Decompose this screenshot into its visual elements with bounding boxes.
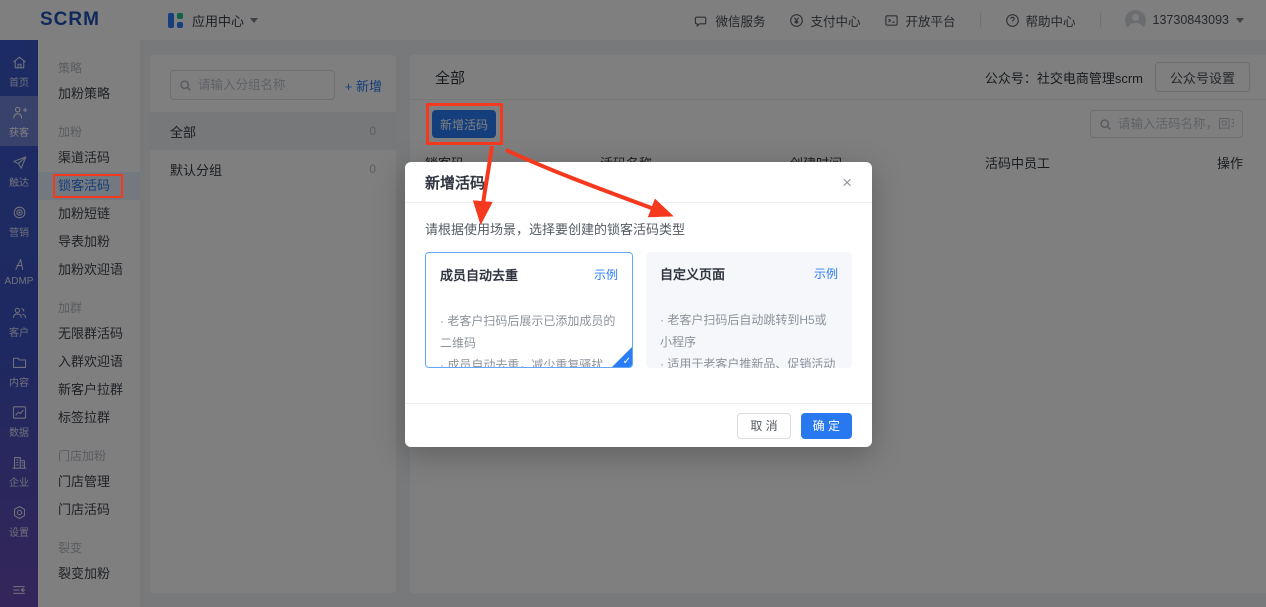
card-bullet: · 成员自动去重，减少重复骚扰 xyxy=(440,354,618,368)
cancel-button[interactable]: 取 消 xyxy=(737,413,790,439)
annotation-box-sidebar xyxy=(53,174,123,198)
example-link[interactable]: 示例 xyxy=(814,265,838,282)
card-title: 自定义页面 xyxy=(660,264,725,283)
modal-title: 新增活码 xyxy=(425,172,485,193)
card-bullet: · 老客户扫码后展示已添加成员的二维码 xyxy=(440,310,618,354)
modal-description: 请根据使用场景，选择要创建的锁客活码类型 xyxy=(425,219,852,238)
check-icon: ✓ xyxy=(623,356,631,367)
card-custom-page[interactable]: 自定义页面 示例 · 老客户扫码后自动跳转到H5或小程序 · 适用于老客户推新品… xyxy=(646,252,852,368)
card-title: 成员自动去重 xyxy=(440,265,518,284)
annotation-box-add-button xyxy=(426,103,503,145)
example-link[interactable]: 示例 xyxy=(594,266,618,283)
card-bullet: · 适用于老客户推新品、促销活动等不同场景 xyxy=(660,353,838,368)
card-bullets: · 老客户扫码后展示已添加成员的二维码 · 成员自动去重，减少重复骚扰 xyxy=(440,310,618,368)
confirm-button[interactable]: 确 定 xyxy=(801,413,852,439)
card-bullets: · 老客户扫码后自动跳转到H5或小程序 · 适用于老客户推新品、促销活动等不同场… xyxy=(660,309,838,368)
card-member-dedup[interactable]: 成员自动去重 示例 · 老客户扫码后展示已添加成员的二维码 · 成员自动去重，减… xyxy=(425,252,633,368)
close-icon[interactable]: × xyxy=(842,174,852,191)
card-bullet: · 老客户扫码后自动跳转到H5或小程序 xyxy=(660,309,838,353)
add-live-code-modal: 新增活码 × 请根据使用场景，选择要创建的锁客活码类型 成员自动去重 示例 · … xyxy=(405,162,872,447)
